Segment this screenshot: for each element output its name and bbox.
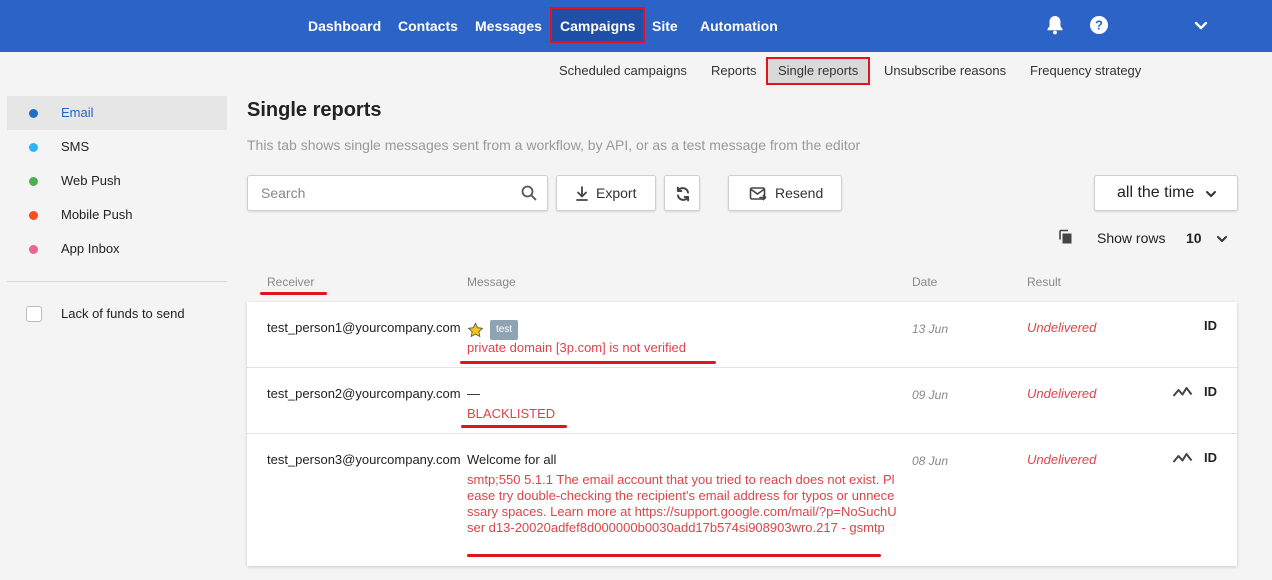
nav-campaigns[interactable]: Campaigns (550, 7, 646, 43)
column-header-receiver[interactable]: Receiver (267, 275, 314, 289)
lack-of-funds-checkbox[interactable] (26, 306, 42, 322)
error-highlight-underline (460, 361, 716, 364)
receiver-highlight-underline (260, 292, 327, 295)
trend-chart-icon[interactable] (1172, 451, 1194, 465)
page-title: Single reports (247, 99, 382, 121)
sidebar-item-email[interactable]: Email (7, 96, 227, 130)
id-link[interactable]: ID (1204, 450, 1217, 466)
sidebar-item-sms[interactable]: SMS (7, 130, 227, 164)
message-result: Undelivered (1027, 320, 1097, 335)
subnav-unsubscribe-reasons[interactable]: Unsubscribe reasons (884, 57, 1006, 85)
single-reports-table: test_person1@yourcompany.com test privat… (247, 302, 1237, 566)
top-navigation-bar: Dashboard Contacts Messages Campaigns Si… (0, 0, 1272, 52)
svg-text:?: ? (1095, 18, 1103, 33)
subnav-frequency-strategy[interactable]: Frequency strategy (1030, 57, 1141, 85)
receiver-email: test_person2@yourcompany.com (267, 386, 461, 401)
lack-of-funds-label: Lack of funds to send (61, 306, 185, 321)
search-icon[interactable] (520, 184, 538, 202)
sms-dot-icon (29, 143, 38, 152)
message-error: private domain [3p.com] is not verified (467, 340, 686, 355)
sidebar-item-label: Mobile Push (61, 207, 133, 222)
receiver-email: test_person3@yourcompany.com (267, 452, 461, 467)
column-header-date: Date (912, 275, 938, 289)
message-cell: — BLACKLISTED (467, 386, 907, 422)
star-icon[interactable] (467, 322, 484, 338)
resend-icon (749, 185, 767, 203)
subnav-scheduled-campaigns[interactable]: Scheduled campaigns (559, 57, 687, 85)
test-tag: test (490, 320, 519, 340)
sidebar-item-label: SMS (61, 139, 90, 154)
period-value: all the time (1117, 184, 1195, 201)
chevron-down-icon (1205, 187, 1217, 199)
resend-button[interactable]: Resend (728, 175, 842, 211)
message-result: Undelivered (1027, 452, 1097, 467)
nav-contacts[interactable]: Contacts (398, 0, 458, 52)
sidebar-item-app-inbox[interactable]: App Inbox (7, 232, 227, 266)
sidebar-item-label: Web Push (61, 173, 121, 188)
column-header-result: Result (1027, 275, 1062, 289)
error-highlight-underline (461, 425, 567, 428)
web-push-dot-icon (29, 177, 38, 186)
message-error: BLACKLISTED (467, 406, 556, 421)
column-header-message: Message (467, 275, 516, 289)
message-date: 09 Jun (912, 388, 949, 402)
message-result: Undelivered (1027, 386, 1097, 401)
subnav-single-reports[interactable]: Single reports (766, 57, 871, 85)
nav-site[interactable]: Site (652, 0, 678, 52)
chevron-down-icon[interactable] (1216, 232, 1228, 244)
message-cell: Welcome for all smtp;550 5.1.1 The email… (467, 452, 899, 536)
app-inbox-dot-icon (29, 245, 38, 254)
nav-automation[interactable]: Automation (700, 0, 778, 52)
bell-icon[interactable] (1045, 14, 1067, 36)
message-cell: test private domain [3p.com] is not veri… (467, 320, 907, 356)
chevron-down-icon[interactable] (1192, 14, 1214, 36)
show-rows-label: Show rows (1097, 230, 1166, 246)
table-row[interactable]: test_person2@yourcompany.com — BLACKLIST… (247, 368, 1237, 434)
id-link[interactable]: ID (1204, 318, 1217, 334)
trend-chart-icon[interactable] (1172, 385, 1194, 399)
table-row[interactable]: test_person3@yourcompany.com Welcome for… (247, 434, 1237, 566)
mobile-push-dot-icon (29, 211, 38, 220)
receiver-email: test_person1@yourcompany.com (267, 320, 461, 335)
nav-messages[interactable]: Messages (475, 0, 542, 52)
download-icon (575, 186, 589, 202)
show-rows-select[interactable]: 10 (1186, 230, 1202, 246)
message-title: Welcome for all (467, 452, 557, 467)
sidebar-divider (7, 281, 227, 282)
export-label: Export (596, 185, 637, 201)
page-description: This tab shows single messages sent from… (247, 137, 861, 153)
export-button[interactable]: Export (556, 175, 656, 211)
table-row[interactable]: test_person1@yourcompany.com test privat… (247, 302, 1237, 368)
subnav-reports[interactable]: Reports (711, 57, 757, 85)
help-icon[interactable]: ? (1089, 14, 1111, 36)
search-input[interactable] (247, 175, 548, 211)
sidebar-item-mobile-push[interactable]: Mobile Push (7, 198, 227, 232)
sidebar-item-label: Email (61, 105, 94, 120)
email-dot-icon (29, 109, 38, 118)
message-error: smtp;550 5.1.1 The email account that yo… (467, 472, 897, 535)
sidebar-item-label: App Inbox (61, 241, 120, 256)
message-date: 13 Jun (912, 322, 949, 336)
period-dropdown[interactable]: all the time (1094, 175, 1238, 211)
sidebar-item-web-push[interactable]: Web Push (7, 164, 227, 198)
id-link[interactable]: ID (1204, 384, 1217, 400)
error-highlight-underline (467, 554, 881, 557)
copy-columns-icon[interactable] (1058, 229, 1074, 245)
resend-label: Resend (775, 185, 824, 201)
nav-dashboard[interactable]: Dashboard (308, 0, 381, 52)
message-date: 08 Jun (912, 454, 949, 468)
message-title: — (467, 386, 480, 401)
refresh-icon (674, 185, 692, 203)
refresh-button[interactable] (664, 175, 700, 211)
